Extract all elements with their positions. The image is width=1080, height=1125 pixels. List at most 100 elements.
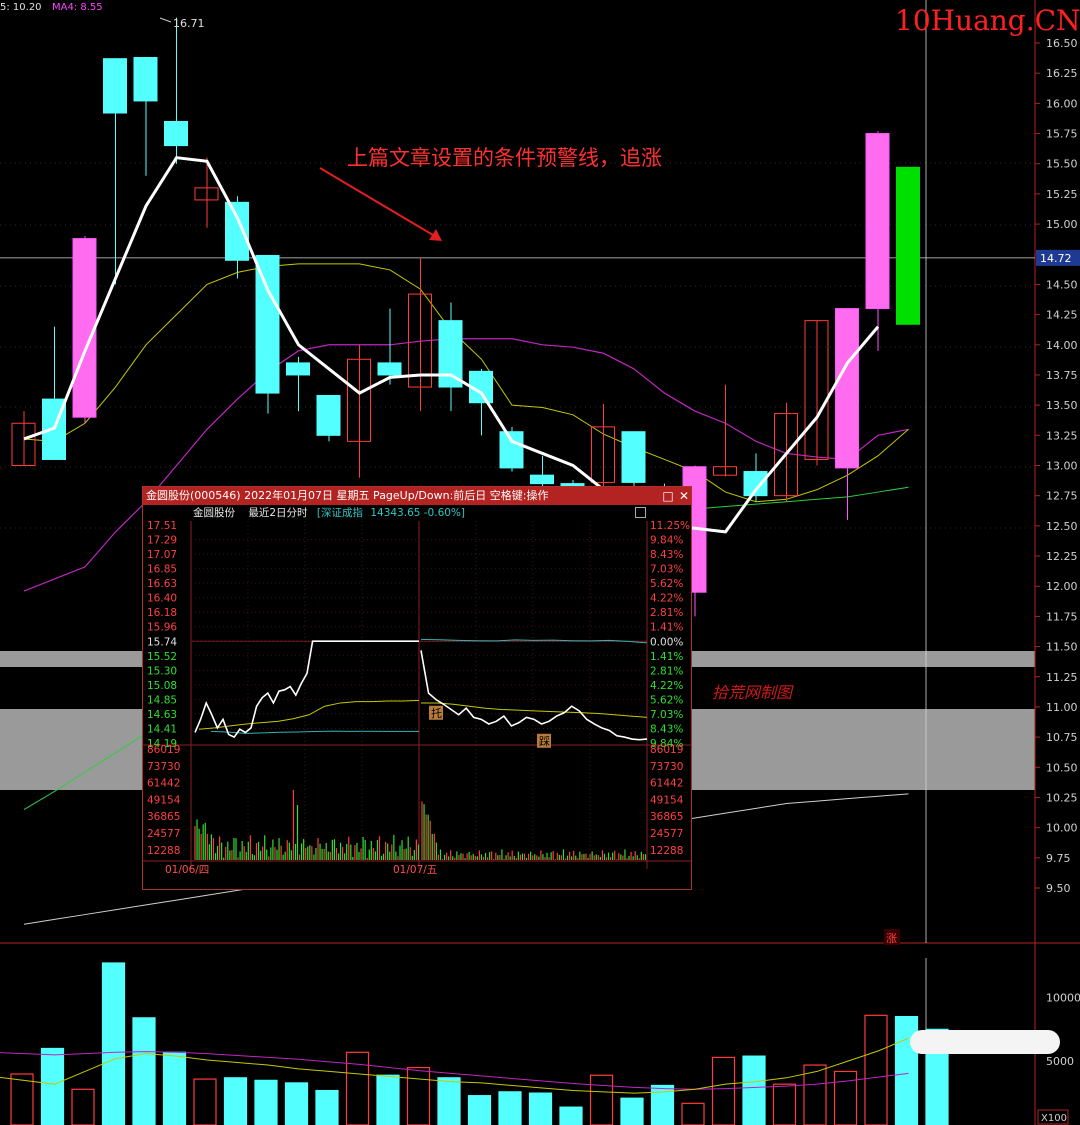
candle-body (225, 201, 249, 261)
candle-body (499, 431, 524, 469)
y-tick-label: 10.75 (1046, 731, 1078, 744)
y-tick-label: 11.25 (1046, 671, 1078, 684)
volume-bar (833, 1070, 858, 1125)
popup-pct-tick: 4.22% (650, 593, 683, 605)
popup-price-tick: 15.52 (147, 651, 177, 663)
popup-price-tick: 15.96 (147, 622, 177, 634)
popup-pct-tick: 0.00% (650, 636, 683, 648)
popup-price-tick: 17.29 (147, 535, 177, 547)
volume-bar (467, 1095, 492, 1125)
popup-pct-tick: 7.03% (650, 709, 683, 721)
popup-price-tick: 17.07 (147, 549, 177, 561)
y-tick-label: 10.25 (1046, 791, 1078, 804)
popup-price-tick: 16.63 (147, 578, 177, 590)
popup-price-tick: 14.63 (147, 709, 177, 721)
tag-cai: 踩 (539, 735, 550, 748)
vol-tick-label: 10000 (1046, 991, 1080, 1004)
subtitle-recent: 最近2日分时 (248, 507, 308, 519)
volume-bar (589, 1074, 614, 1125)
arrow-line (319, 167, 439, 239)
y-tick-label: 10.00 (1046, 822, 1078, 835)
y-tick-label: 16.50 (1046, 37, 1078, 50)
popup-avg-line (198, 699, 420, 730)
vol-unit: X100 (1041, 1113, 1067, 1124)
volume-bar (803, 1064, 827, 1125)
y-tick-label: 15.50 (1046, 158, 1078, 171)
candle-body (103, 58, 127, 114)
candle-body (896, 166, 920, 325)
volume-bar (681, 1102, 705, 1125)
close-icon[interactable]: ✕ (675, 487, 693, 505)
popup-price-tick: 16.18 (147, 607, 177, 619)
volume-bar (864, 1014, 888, 1125)
watermark: 10Huang.CN (895, 4, 1080, 37)
y-tick-label: 14.50 (1046, 278, 1078, 291)
popup-titlebar[interactable]: 金圆股份(000546) 2022年01月07日 星期五 PageUp/Down… (143, 487, 691, 505)
popup-pct-tick: 8.43% (650, 723, 683, 735)
popup-price-tick: 17.51 (147, 521, 177, 532)
volume-bar (40, 1047, 65, 1125)
volume-bar (101, 962, 126, 1125)
volume-bar (10, 1073, 34, 1125)
y-tick-label: 14.00 (1046, 339, 1078, 352)
y-tick-label: 15.25 (1046, 188, 1078, 201)
popup-vol-tick: 86019 (147, 744, 180, 756)
y-tick-label: 12.75 (1046, 490, 1078, 503)
tag-tuo: 托 (431, 706, 442, 720)
candle-body (377, 362, 402, 376)
popup-pct-tick: 8.43% (650, 549, 683, 561)
y-tick-label: 12.00 (1046, 580, 1078, 593)
vol-tick-label: 5000 (1046, 1055, 1074, 1068)
popup-vol-tick: 24577 (147, 828, 180, 840)
popup-title-text: 金圆股份(000546) 2022年01月07日 星期五 PageUp/Down… (146, 489, 549, 502)
candle-body (316, 394, 341, 436)
volume-bar (528, 1092, 553, 1125)
stock-name: 金圆股份 (193, 507, 235, 519)
popup-pct-tick: 1.41% (650, 651, 683, 663)
volume-bar (498, 1091, 522, 1125)
popup-vol-tick-right: 49154 (650, 794, 684, 806)
high-label: 16.71 (173, 17, 205, 30)
popup-vol-tick: 73730 (147, 761, 180, 773)
volume-bar (772, 1083, 797, 1125)
y-tick-label: 14.25 (1046, 309, 1078, 322)
candle-body (164, 120, 188, 147)
volume-bar (284, 1082, 309, 1125)
candle-body (865, 133, 890, 310)
ma-label-2: MA4: 8.55 (52, 2, 103, 13)
popup-price-tick: 15.08 (147, 680, 177, 692)
y-tick-label: 10.50 (1046, 761, 1078, 774)
popup-vol-tick: 61442 (147, 778, 180, 790)
popup-price-tick: 15.30 (147, 665, 177, 677)
popup-vol-tick: 12288 (147, 845, 180, 857)
popup-avg-line (421, 702, 648, 718)
index-name: [深证成指 (316, 507, 363, 519)
y-tick-label: 9.50 (1046, 882, 1071, 895)
popup-pct-tick: 2.81% (650, 665, 683, 677)
toggle-icon[interactable] (635, 507, 646, 518)
popup-price-tick: 14.41 (147, 723, 177, 735)
candle-body (621, 431, 646, 483)
popup-vol-tick-right: 36865 (650, 811, 683, 823)
arrow-head (429, 229, 442, 241)
popup-pct-tick: 2.81% (650, 607, 683, 619)
popup-vol-tick-right: 24577 (650, 828, 683, 840)
arrow-text: 上篇文章设置的条件预警线，追涨 (347, 146, 662, 170)
volume-bar (193, 1078, 217, 1125)
volume-bar (406, 1066, 431, 1125)
intraday-popup[interactable]: 金圆股份(000546) 2022年01月07日 星期五 PageUp/Down… (142, 486, 692, 890)
popup-price-line (420, 650, 648, 741)
volume-bar (315, 1089, 339, 1125)
popup-vol-tick: 49154 (147, 794, 181, 806)
popup-vol-tick-right: 61442 (650, 778, 683, 790)
y-tick-label: 11.75 (1046, 610, 1078, 623)
popup-vol-tick-right: 12288 (650, 845, 683, 857)
y-tick-label: 12.25 (1046, 550, 1078, 563)
volume-bar (132, 1017, 156, 1125)
popup-pct-tick: 5.62% (650, 694, 683, 706)
y-tick-label: 11.00 (1046, 701, 1078, 714)
popup-price-tick: 16.40 (147, 593, 177, 605)
intraday-chart: 17.51 11.25% 17.29 9.84% 17.07 8.43% 16.85 7.03… (143, 521, 691, 876)
volume-bar (254, 1079, 278, 1125)
popup-price-tick: 16.85 (147, 564, 177, 576)
